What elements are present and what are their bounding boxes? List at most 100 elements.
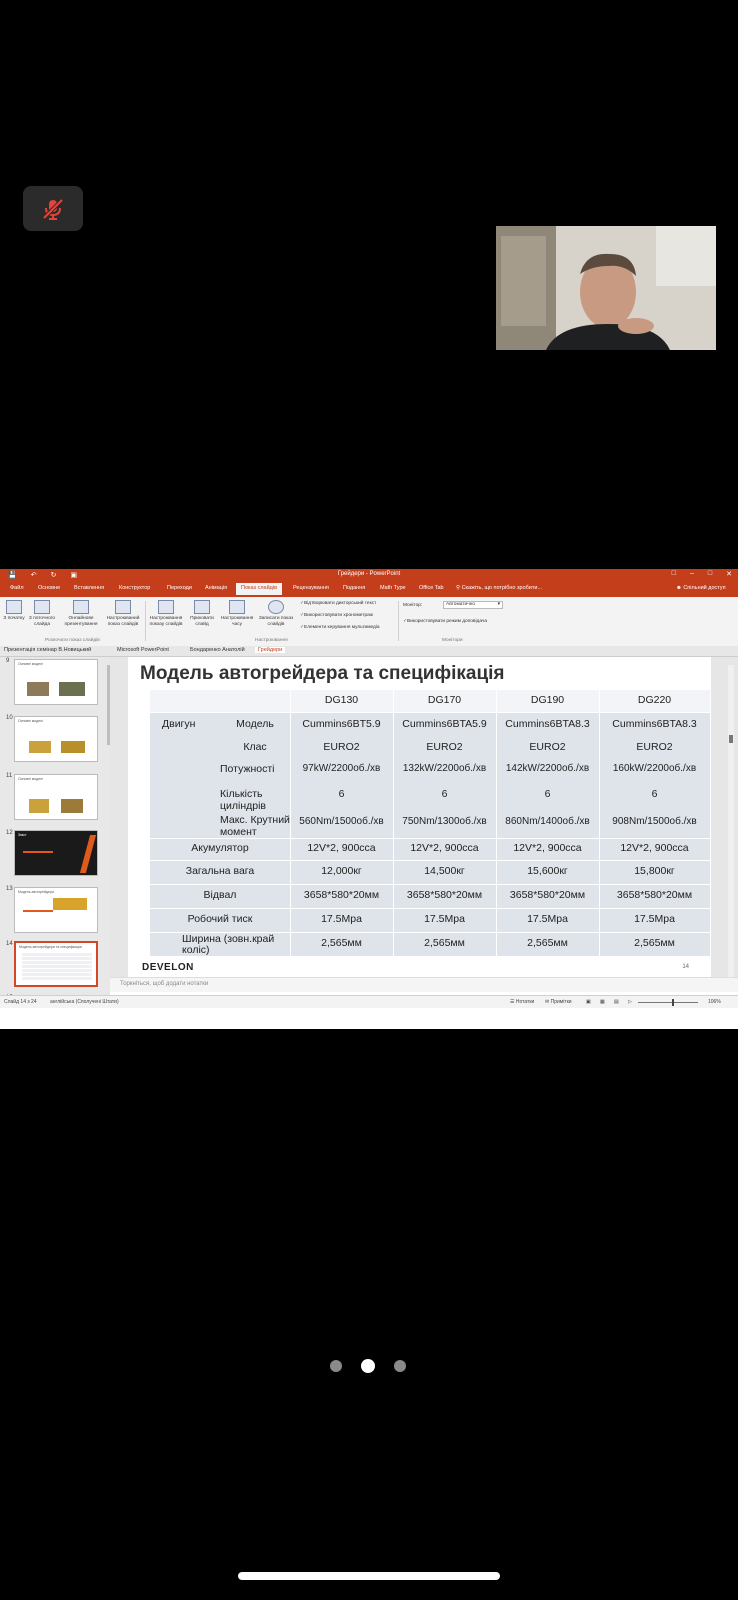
tab-office-tab[interactable]: Office Tab [419,585,444,591]
notes-placeholder: Торкніться, щоб додати нотатки [120,981,209,987]
window-controls: □ – □ ✕ [672,570,732,578]
slideshow-view-icon[interactable]: ▷ [628,999,632,1005]
page-dot[interactable] [330,1360,342,1372]
slide-counter: Слайд 14 з 24 [4,999,37,1005]
slide-14[interactable]: Модель автогрейдера та специфікація DG13… [128,657,711,977]
table-cell: 17.5Mpa [424,913,465,925]
play-narrations-checkbox[interactable]: Відтворювати дикторський текст [300,601,376,606]
table-cell: 12V*2, 900cca [620,842,689,854]
shared-screen[interactable]: 💾 ↶ ↻ ▣ Грейдери - PowerPoint □ – □ ✕ Фа… [0,569,738,1029]
custom-show-button[interactable]: Настроюваний показ слайдів [103,600,143,627]
page-dot-active[interactable] [361,1359,375,1373]
zoom-slider-knob[interactable] [672,999,674,1006]
media-controls-checkbox[interactable]: Елементи керування мультимедіа [300,625,380,630]
page-dot[interactable] [394,1360,406,1372]
table-cell: 6 [544,788,551,800]
tab-view[interactable]: Подання [343,585,365,591]
slide-thumbnail-10[interactable]: Основні моделі [14,716,98,762]
normal-view-icon[interactable]: ▣ [586,999,591,1005]
setup-show-icon [158,600,174,614]
presenter-view-checkbox[interactable]: Використовувати режим доповідача [403,619,487,624]
slide-thumbnail-9[interactable]: Основні моделі [14,659,98,705]
thumb-table [22,953,92,981]
table-cell: 15,800кг [634,865,675,877]
doc-tab-powerpoint[interactable]: Microsoft PowerPoint [117,647,169,653]
table-cell: 860Nm/1400об./хв [505,816,590,827]
minimize-icon[interactable]: – [690,570,694,578]
monitor-select[interactable]: Автоматично ▾ [443,601,503,609]
doc-tab-seminar[interactable]: Презентація семінар В.Новицький [4,647,91,653]
tab-mathtype[interactable]: Math Type [380,585,406,591]
table-cell: Cummins6BTA8.3 [612,718,697,730]
notes-pane[interactable]: Торкніться, щоб додати нотатки [110,977,738,992]
tell-me-box[interactable]: ⚲ Скажіть, що потрібно зробити... [456,585,542,591]
table-cell: 14,500кг [424,865,465,877]
participant-video-frame [496,226,716,350]
rehearse-timings-button[interactable]: Настроювання часу [217,600,257,627]
reading-view-icon[interactable]: ▤ [614,999,619,1005]
thumb-image [29,741,51,753]
ribbon-options-icon[interactable]: □ [672,570,676,578]
home-indicator[interactable] [238,1572,500,1580]
table-cell: EURO2 [636,741,673,753]
row-divider [150,884,710,885]
tab-insert[interactable]: Вставлення [74,585,104,591]
table-cell: 2,565мм [527,937,568,949]
tab-home[interactable]: Основне [38,585,60,591]
tab-review[interactable]: Рецензування [293,585,329,591]
table-cell: 15,600кг [527,865,568,877]
comments-button[interactable]: ✉ Примітки [545,999,572,1005]
notes-button[interactable]: ☰ Нотатки [510,999,534,1005]
monitor-value: Автоматично [446,602,476,607]
thumb-number: 11 [6,773,13,779]
slide-thumbnail-11[interactable]: Основні моделі [14,774,98,820]
tab-file[interactable]: Файл [10,585,24,591]
close-icon[interactable]: ✕ [726,570,732,578]
scrollbar-thumb[interactable] [729,735,733,743]
table-cell: 3658*580*20мм [616,889,693,901]
slide-thumbnail-14[interactable]: Модель автогрейдера та специфікація [14,941,98,987]
hide-slide-label: Приховати слайд [190,616,214,627]
slide-thumbnail-pane: 9 Основні моделі 10 Основні моделі 11 Ос… [0,657,110,1006]
table-cell: 3658*580*20мм [406,889,483,901]
ribbon-separator [398,601,399,641]
doc-tab-bondarenko[interactable]: Бондаренко Анатолій [190,647,245,653]
tab-design[interactable]: Конструктор [119,585,150,591]
thumb-title: Основні моделі [18,719,43,723]
table-cell: EURO2 [323,741,360,753]
from-current-button[interactable]: З поточного слайда [25,600,59,627]
present-online-label: Онлайнове презентування [64,616,98,627]
column-header: DG220 [637,694,672,706]
record-icon [268,600,284,614]
share-label: Спільний доступ [683,585,726,591]
share-button[interactable]: ☻ Спільний доступ [676,585,726,591]
use-timings-checkbox[interactable]: Використовувати хронометраж [300,613,373,618]
tab-animations[interactable]: Анімація [205,585,227,591]
window-title: Грейдери - PowerPoint [337,571,401,577]
participant-video[interactable] [496,226,716,350]
zoom-level[interactable]: 106% [708,999,721,1005]
setup-show-button[interactable]: Настроювання показу слайдів [146,600,186,627]
tab-transitions[interactable]: Переходи [167,585,192,591]
slide-sorter-icon[interactable]: ▦ [600,999,605,1005]
microphone-mute-button[interactable] [23,186,83,231]
slide-thumbnail-12[interactable]: Зміст [14,830,98,876]
hide-slide-button[interactable]: Приховати слайд [185,600,219,627]
slide-thumbnail-13[interactable]: Модель автогрейдера [14,887,98,933]
present-online-button[interactable]: Онлайнове презентування [61,600,101,627]
zoom-slider[interactable] [638,1002,698,1003]
column-header: DG170 [427,694,462,706]
table-cell: 12V*2, 900cca [513,842,582,854]
maximize-icon[interactable]: □ [708,570,712,578]
tab-slideshow[interactable]: Показ слайдів [236,583,283,595]
thumb-image [27,682,49,696]
slide-scrollbar[interactable] [728,665,734,977]
slideshow-start-icon [6,600,22,614]
row-label: Акумулятор [191,842,249,854]
table-cell: EURO2 [529,741,566,753]
thumb-title: Модель автогрейдера [18,890,54,894]
doc-tab-graders[interactable]: Грейдери [255,647,286,653]
row-divider [150,712,710,713]
record-show-button[interactable]: Записати показ слайдів [257,600,295,627]
language-indicator[interactable]: англійська (Сполучені Штати) [50,999,119,1005]
